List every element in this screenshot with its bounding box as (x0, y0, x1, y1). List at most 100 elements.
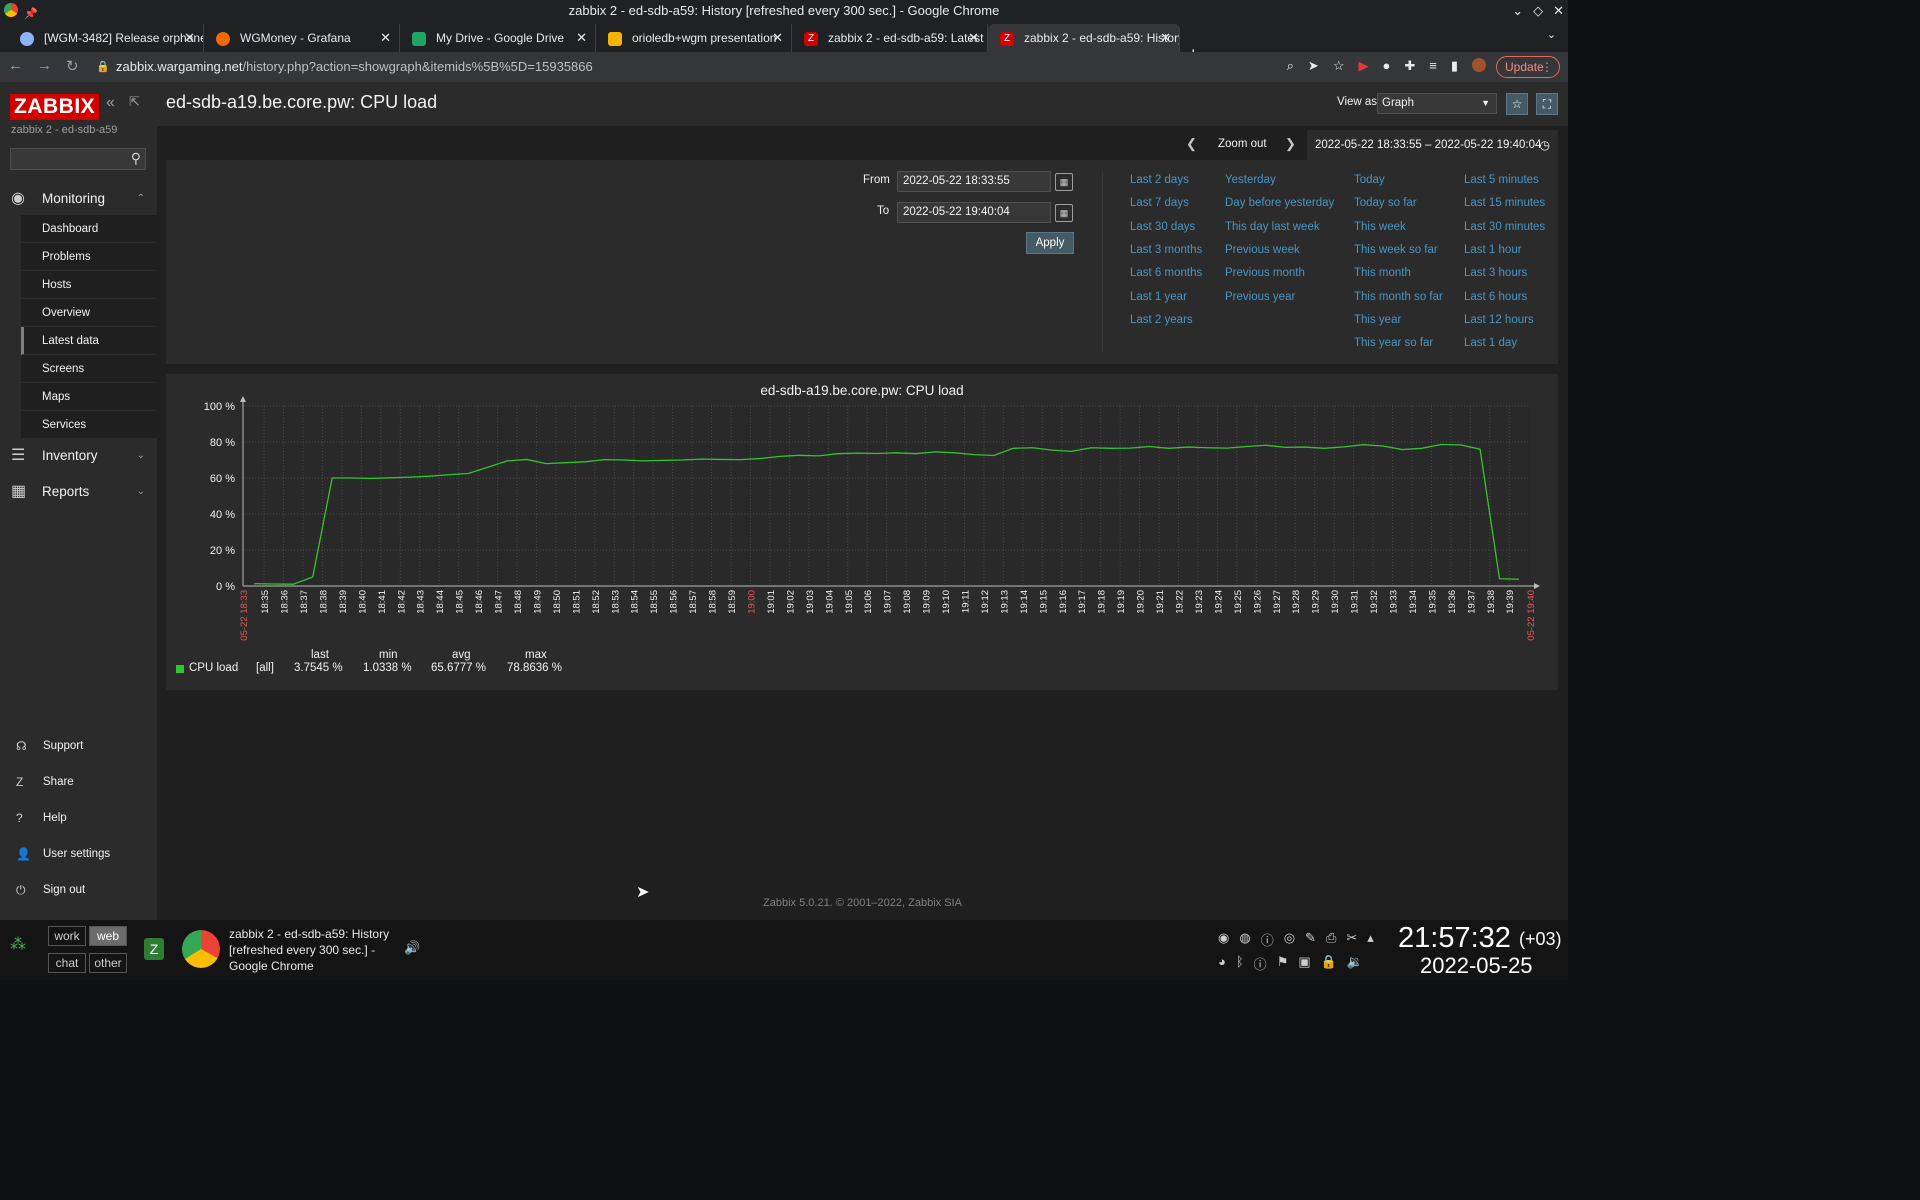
quick-range-link[interactable]: This week so far (1354, 244, 1438, 256)
quick-range-link[interactable]: Previous month (1225, 267, 1305, 279)
app-launcher-icon[interactable]: Z (144, 938, 164, 960)
quick-range-link[interactable]: Last 6 hours (1464, 291, 1527, 303)
quick-range-link[interactable]: This year (1354, 314, 1401, 326)
workspace-web[interactable]: web (89, 926, 127, 946)
tab-zabbix-history[interactable]: Z zabbix 2 - ed-sdb-a59: History ✕ (988, 24, 1180, 52)
reading-list-icon[interactable]: ≡ (1429, 58, 1437, 74)
tab-wgm-3482[interactable]: [WGM-3482] Release orphane ✕ (8, 24, 204, 52)
time-forward-icon[interactable]: ❯ (1285, 136, 1296, 152)
quick-range-link[interactable]: Previous week (1225, 244, 1300, 256)
menu-reports[interactable]: ▦ Reports ⌄ (0, 474, 157, 510)
close-window-icon[interactable]: ✕ (1553, 0, 1564, 22)
forward-icon[interactable]: → (37, 57, 52, 75)
back-icon[interactable]: ← (8, 57, 23, 75)
from-input[interactable]: 2022-05-22 18:33:55 (897, 171, 1051, 192)
minimize-icon[interactable]: ⌄ (1512, 0, 1523, 22)
quick-range-link[interactable]: Last 1 hour (1464, 244, 1522, 256)
lock-icon[interactable]: 🔒 (96, 56, 110, 78)
menu-item-latest-data[interactable]: Latest data (21, 327, 157, 355)
menu-share[interactable]: Z Share (0, 770, 157, 794)
close-tab-icon[interactable]: ✕ (1160, 24, 1171, 52)
youtube-extension-icon[interactable]: ▶ (1358, 58, 1368, 74)
volume-icon[interactable]: 🔉 (1347, 954, 1363, 973)
menu-item-services[interactable]: Services (21, 411, 157, 439)
app-menu-icon[interactable]: ⁂ (10, 934, 26, 954)
menu-item-overview[interactable]: Overview (21, 299, 157, 327)
update-button[interactable]: Update ⋮ (1496, 56, 1560, 78)
maximize-icon[interactable]: ◇ (1533, 0, 1543, 22)
menu-monitoring[interactable]: ◉ Monitoring ⌃ (0, 181, 157, 217)
search-icon[interactable]: ⚲ (131, 150, 141, 167)
close-tab-icon[interactable]: ✕ (184, 24, 195, 52)
time-range-tab[interactable]: 2022-05-22 18:33:55 – 2022-05-22 19:40:0… (1307, 130, 1558, 160)
menu-user-settings[interactable]: 👤 User settings (0, 842, 157, 866)
add-to-favorites-button[interactable]: ☆ (1506, 93, 1528, 115)
profile-avatar[interactable] (1472, 58, 1486, 72)
lock-icon[interactable]: 🔒 (1321, 954, 1337, 973)
quick-range-link[interactable]: This month (1354, 267, 1411, 279)
tab-search-icon[interactable]: ⌄ (1547, 28, 1556, 41)
zoom-out-button[interactable]: Zoom out (1218, 138, 1267, 150)
url-field[interactable]: 🔒 zabbix.wargaming.net/history.php?actio… (88, 56, 1488, 78)
send-icon[interactable]: ➤ (1308, 58, 1319, 74)
display-icon[interactable]: ▣ (1298, 954, 1310, 973)
quick-range-link[interactable]: Last 30 minutes (1464, 221, 1545, 233)
footer-link[interactable]: Zabbix SIA (908, 897, 962, 909)
collapse-sidebar-icon[interactable]: « (106, 94, 115, 112)
side-panel-icon[interactable]: ▮ (1451, 58, 1458, 74)
keyboard-layout-icon[interactable]: ⚑ (1277, 954, 1289, 973)
quick-range-link[interactable]: Last 30 days (1130, 221, 1195, 233)
quick-range-link[interactable]: This week (1354, 221, 1406, 233)
menu-dots-icon[interactable]: ⋮ (1541, 57, 1553, 77)
tab-slides[interactable]: orioledb+wgm presentation ✕ (596, 24, 792, 52)
tab-zabbix-latest[interactable]: Z zabbix 2 - ed-sdb-a59: Latest ✕ (792, 24, 988, 52)
extension-circle-icon[interactable]: ● (1382, 58, 1390, 74)
quick-range-link[interactable]: Last 12 hours (1464, 314, 1534, 326)
workspace-chat[interactable]: chat (48, 953, 86, 973)
zabbix-logo[interactable]: ZABBIX (10, 94, 100, 120)
quick-range-link[interactable]: This day last week (1225, 221, 1320, 233)
media-icon[interactable]: ◉ (1218, 930, 1229, 949)
quick-range-link[interactable]: Last 7 days (1130, 197, 1189, 209)
close-tab-icon[interactable]: ✕ (380, 24, 391, 52)
calendar-icon[interactable]: ▦ (1055, 204, 1073, 222)
time-back-icon[interactable]: ❮ (1186, 136, 1197, 152)
scissors-icon[interactable]: ✂ (1346, 930, 1357, 949)
quick-range-link[interactable]: Yesterday (1225, 174, 1276, 186)
app-tray-icon[interactable]: ✎ (1305, 930, 1316, 949)
quick-range-link[interactable]: Today (1354, 174, 1385, 186)
network-icon[interactable]: ◍ (1239, 930, 1250, 949)
quick-range-link[interactable]: Last 6 months (1130, 267, 1202, 279)
chrome-taskbar-icon[interactable] (182, 930, 220, 968)
quick-range-link[interactable]: Last 1 day (1464, 337, 1517, 349)
task-window-title[interactable]: zabbix 2 - ed-sdb-a59: History [refreshe… (229, 926, 404, 974)
menu-inventory[interactable]: ☰ Inventory ⌄ (0, 438, 157, 474)
info-icon[interactable]: ⓘ (1261, 930, 1274, 949)
to-input[interactable]: 2022-05-22 19:40:04 (897, 202, 1051, 223)
workspace-work[interactable]: work (48, 926, 86, 946)
menu-item-dashboard[interactable]: Dashboard (21, 215, 157, 243)
workspace-other[interactable]: other (89, 953, 127, 973)
compact-view-icon[interactable]: ⇱ (129, 94, 140, 110)
menu-support[interactable]: ☊ Support (0, 734, 157, 758)
apply-button[interactable]: Apply (1026, 232, 1074, 254)
quick-range-link[interactable]: This year so far (1354, 337, 1433, 349)
menu-item-problems[interactable]: Problems (21, 243, 157, 271)
quick-range-link[interactable]: Last 1 year (1130, 291, 1187, 303)
zoom-icon[interactable]: ⌕ (1287, 58, 1294, 74)
menu-item-screens[interactable]: Screens (21, 355, 157, 383)
quick-range-link[interactable]: Today so far (1354, 197, 1417, 209)
quick-range-link[interactable]: Last 2 years (1130, 314, 1193, 326)
tab-grafana[interactable]: WGMoney - Grafana ✕ (204, 24, 400, 52)
search-input[interactable]: ⚲ (10, 148, 146, 170)
close-tab-icon[interactable]: ✕ (576, 24, 587, 52)
menu-sign-out[interactable]: ⏻ Sign out (0, 878, 157, 902)
quick-range-link[interactable]: Previous year (1225, 291, 1295, 303)
close-tab-icon[interactable]: ✕ (968, 24, 979, 52)
printer-icon[interactable]: ⎙ (1326, 930, 1336, 949)
quick-range-link[interactable]: Last 2 days (1130, 174, 1189, 186)
quick-range-link[interactable]: Last 5 minutes (1464, 174, 1539, 186)
bookmark-star-icon[interactable]: ☆ (1333, 58, 1345, 74)
tray-expand-icon[interactable]: ▴ (1367, 930, 1374, 949)
reload-icon[interactable]: ↻ (66, 57, 79, 75)
